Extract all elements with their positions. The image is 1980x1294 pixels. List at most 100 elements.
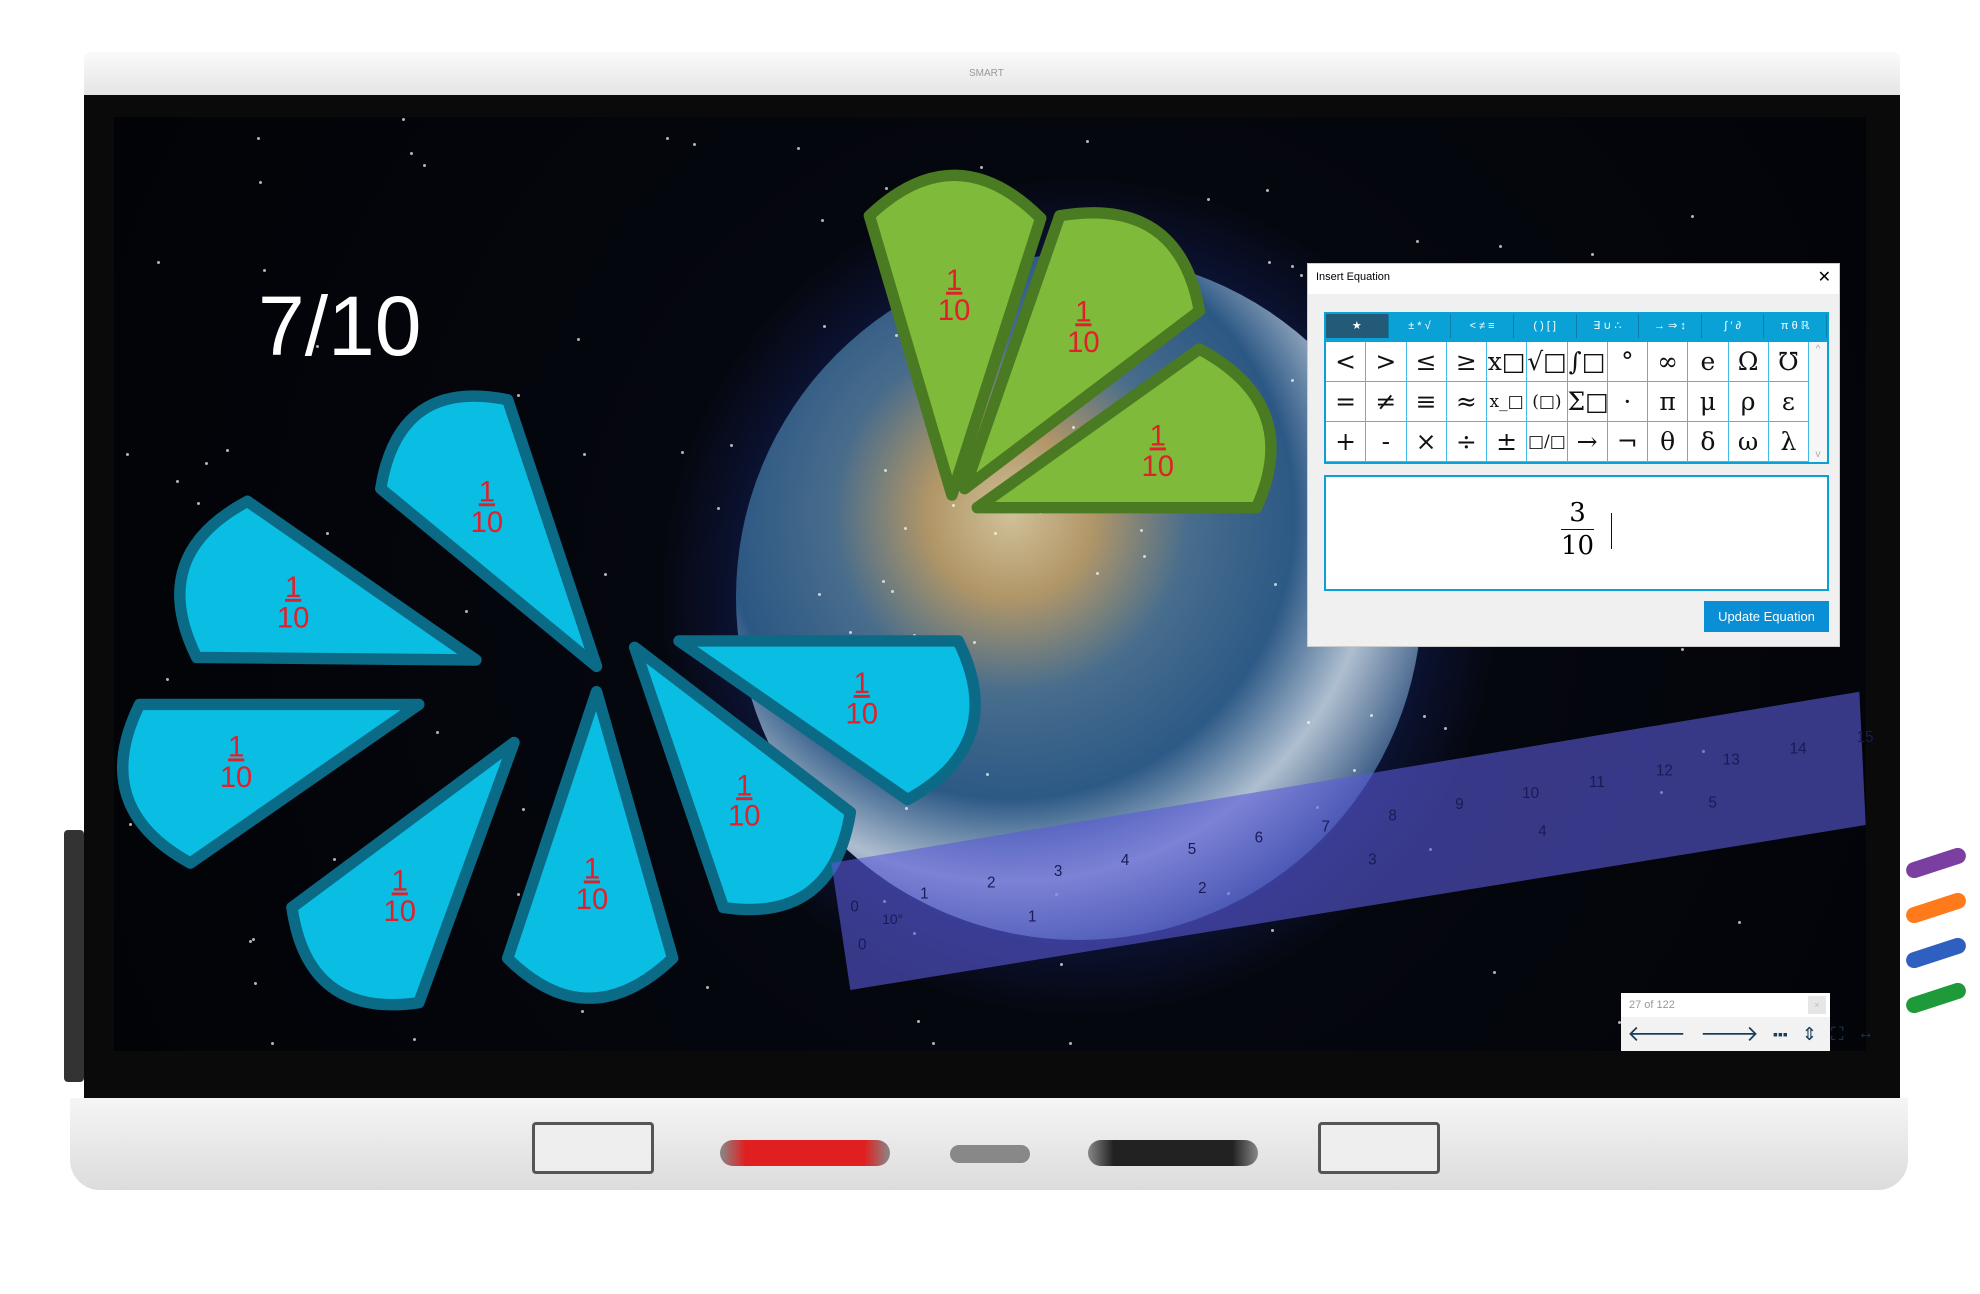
symbol-button[interactable]: >	[1366, 342, 1407, 382]
symbol-tab[interactable]: π θ ℝ	[1764, 314, 1827, 338]
symbol-grid: < > ≤ ≥ x□ √□ ∫□ ° ∞ e Ω ℧ = ≠ ≡ ≈ x_□ (□) Σ□ · π μ ρ ε + - × ÷ ± □/□…	[1324, 340, 1829, 464]
scroll-up-icon[interactable]: ^	[1816, 344, 1821, 355]
symbol-button[interactable]: ≠	[1366, 382, 1407, 422]
symbol-tab[interactable]: ∃ ∪ ∴	[1577, 314, 1640, 338]
tray-button-right[interactable]	[1318, 1122, 1440, 1174]
ruler-inch-tick: 5	[1708, 795, 1716, 812]
text-caret	[1611, 513, 1612, 549]
wedge-label-numerator: 1	[228, 731, 244, 763]
symbol-button[interactable]: -	[1366, 422, 1407, 462]
wedge-label-denominator: 10	[277, 602, 309, 634]
ruler-angle: 10°	[882, 911, 903, 927]
ruler-cm-tick: 4	[1121, 852, 1130, 869]
close-icon[interactable]: ✕	[1818, 267, 1831, 287]
ruler-cm-tick: 2	[987, 874, 995, 891]
equation-input[interactable]: 3 10	[1324, 475, 1829, 591]
arrow-right-icon[interactable]: 🡒	[1700, 1021, 1759, 1047]
symbol-button[interactable]: x□	[1487, 342, 1528, 382]
wedge-label-numerator: 1	[479, 476, 495, 508]
wedge-label-denominator: 10	[938, 295, 970, 327]
symbol-button[interactable]: π	[1648, 382, 1689, 422]
symbol-button[interactable]: ≥	[1446, 342, 1487, 382]
equation-fraction: 3 10	[1561, 497, 1595, 562]
ruler-inch-tick: 4	[1538, 823, 1547, 840]
update-equation-button[interactable]: Update Equation	[1704, 601, 1829, 632]
symbol-button[interactable]: °	[1607, 342, 1648, 382]
scroll-down-icon[interactable]: v	[1816, 449, 1821, 460]
page-counter: 27 of 122	[1629, 999, 1675, 1011]
ruler-cm-tick: 3	[1054, 863, 1062, 880]
symbol-button[interactable]: ∞	[1648, 342, 1689, 382]
symbol-button[interactable]: δ	[1688, 422, 1729, 462]
wedge-label-denominator: 10	[220, 762, 252, 794]
symbol-button[interactable]: □/□	[1527, 422, 1568, 462]
ruler-inch-tick: 1	[1028, 908, 1036, 925]
symbol-button[interactable]: x_□	[1487, 382, 1528, 422]
symbol-button[interactable]: ≤	[1406, 342, 1447, 382]
symbol-button[interactable]: ε	[1768, 382, 1809, 422]
ruler-cm-tick: 12	[1656, 763, 1673, 780]
symbol-button[interactable]: μ	[1688, 382, 1729, 422]
arrow-left-icon[interactable]: 🡐	[1627, 1021, 1686, 1047]
symbol-button[interactable]: ℧	[1768, 342, 1809, 382]
tray-button-left[interactable]	[532, 1122, 654, 1174]
symbol-button[interactable]: ÷	[1446, 422, 1487, 462]
symbol-tab[interactable]: ( ) [ ]	[1514, 314, 1577, 338]
ruler-cm-tick: 14	[1790, 740, 1807, 757]
symbol-button[interactable]: ρ	[1728, 382, 1769, 422]
resize-icon[interactable]: ↔	[1858, 1025, 1874, 1043]
ruler-cm-tick: 11	[1589, 774, 1605, 791]
fullscreen-icon[interactable]: ⛶	[1831, 1024, 1844, 1045]
wedge-label-denominator: 10	[846, 698, 878, 730]
symbol-tab[interactable]: < ≠ ≡	[1451, 314, 1514, 338]
ruler-zero: 0	[858, 936, 866, 953]
wedge-label-denominator: 10	[1142, 451, 1174, 483]
symbol-button[interactable]: <	[1326, 342, 1367, 382]
side-control-panel	[64, 830, 84, 1082]
symbol-button[interactable]: ±	[1487, 422, 1528, 462]
symbol-button[interactable]: ∫□	[1567, 342, 1608, 382]
symbol-tab[interactable]: ★	[1326, 314, 1389, 338]
symbol-button[interactable]: ·	[1607, 382, 1648, 422]
symbol-scrollbar[interactable]: ^ v	[1809, 342, 1827, 462]
ruler[interactable]	[831, 691, 1866, 990]
symbol-button[interactable]: ≈	[1446, 382, 1487, 422]
ruler-cm-tick: 10	[1522, 785, 1539, 802]
symbol-button[interactable]: √□	[1527, 342, 1568, 382]
symbol-button[interactable]: +	[1326, 422, 1367, 462]
wedge-label-numerator: 1	[1075, 296, 1091, 328]
symbol-button[interactable]: Σ□	[1567, 382, 1608, 422]
symbol-tab[interactable]: → ⇒ ↕	[1639, 314, 1702, 338]
symbol-button[interactable]: =	[1326, 382, 1367, 422]
symbol-button[interactable]: θ	[1648, 422, 1689, 462]
symbol-tab[interactable]: ∫ ′ ∂	[1702, 314, 1765, 338]
ruler-cm-tick: 7	[1321, 819, 1329, 836]
wedge-label-denominator: 10	[728, 801, 760, 833]
wedge-label-numerator: 1	[584, 854, 600, 886]
dialog-title: Insert Equation	[1316, 271, 1390, 283]
wedge-label-numerator: 1	[392, 865, 408, 897]
close-icon[interactable]: ×	[1808, 996, 1826, 1014]
page-sorter-icon[interactable]: ▪▪▪	[1773, 1026, 1788, 1042]
symbol-button[interactable]: Ω	[1728, 342, 1769, 382]
symbol-category-tabs: ★ ± * √ < ≠ ≡( ) [ ] ∃ ∪ ∴ → ⇒ ↕ ∫ ′ ∂ π θ ℝ	[1324, 312, 1829, 340]
symbol-button[interactable]: →	[1567, 422, 1608, 462]
eraser[interactable]	[950, 1145, 1030, 1163]
symbol-tab[interactable]: ± * √	[1389, 314, 1452, 338]
numerator: 3	[1561, 497, 1595, 530]
blue-fraction-wedge[interactable]	[501, 686, 679, 1004]
symbol-button[interactable]: ω	[1728, 422, 1769, 462]
symbol-button[interactable]: e	[1688, 342, 1729, 382]
wedge-label-numerator: 1	[1150, 420, 1166, 452]
symbol-button[interactable]: ¬	[1607, 422, 1648, 462]
fit-page-icon[interactable]: ⇕	[1802, 1024, 1817, 1045]
symbol-button[interactable]: (□)	[1527, 382, 1568, 422]
wedge-label-numerator: 1	[854, 668, 870, 700]
red-pen[interactable]	[720, 1140, 890, 1166]
symbol-button[interactable]: ≡	[1406, 382, 1447, 422]
ruler-inch-tick: 3	[1368, 852, 1376, 869]
ruler-inch-tick: 2	[1198, 880, 1206, 897]
symbol-button[interactable]: ×	[1406, 422, 1447, 462]
black-pen[interactable]	[1088, 1140, 1258, 1166]
symbol-button[interactable]: λ	[1768, 422, 1809, 462]
